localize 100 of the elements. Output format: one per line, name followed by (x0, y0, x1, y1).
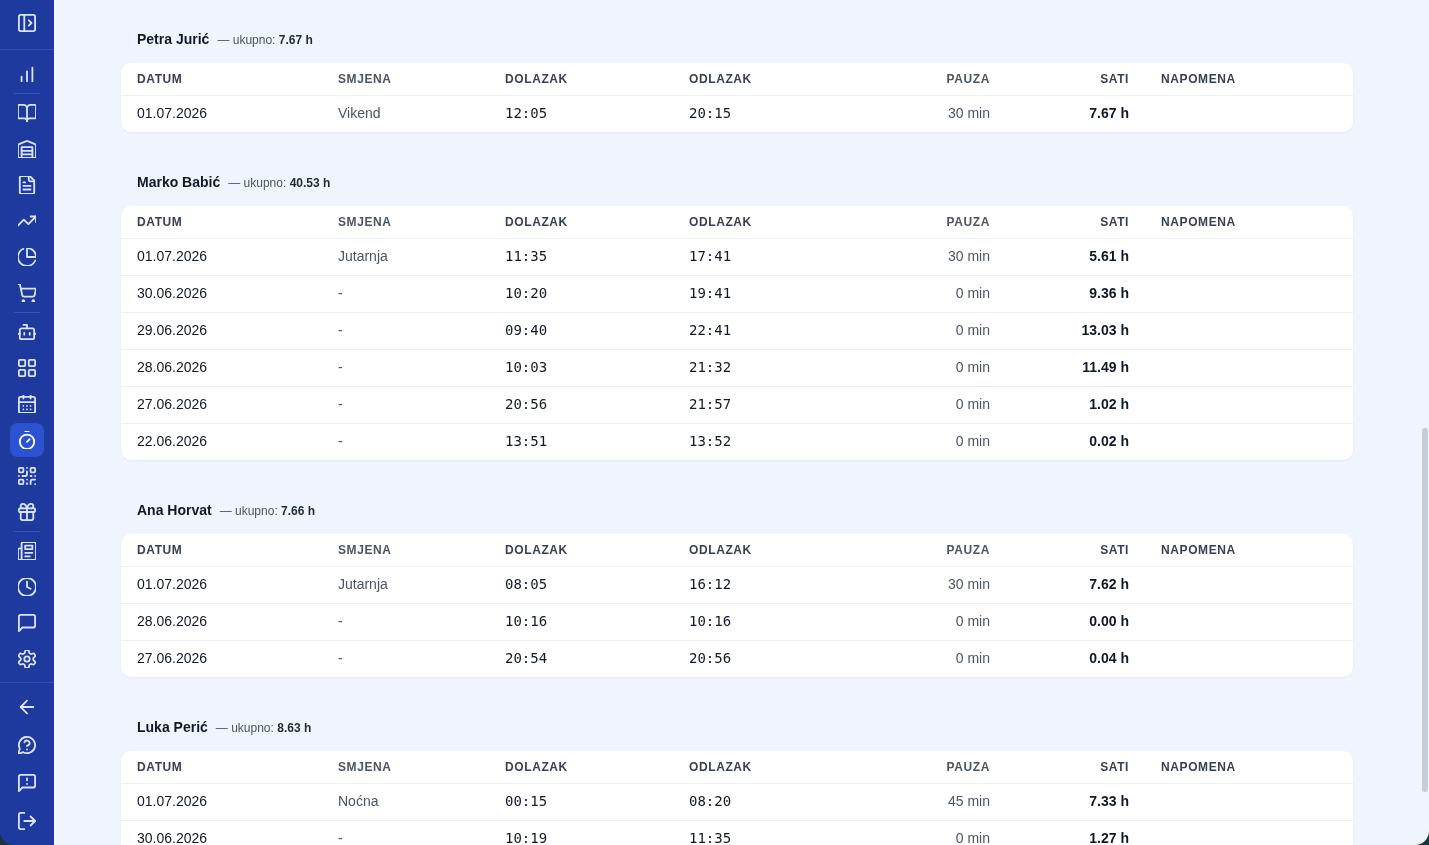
table-cell: 01.07.2026 (121, 783, 322, 820)
column-header: ODLAZAK (673, 534, 850, 566)
gift-icon (18, 503, 36, 521)
employee-name: Marko Babić (137, 173, 221, 192)
table-cell: Jutarnja (322, 566, 489, 603)
pie-chart-icon (18, 248, 36, 266)
table-cell: 13:51 (489, 423, 673, 460)
column-header: NAPOMENA (1145, 63, 1353, 95)
table-cell: 21:32 (673, 349, 850, 386)
back-arrow-icon (18, 698, 36, 716)
table-cell: 30 min (850, 238, 1006, 275)
column-header: PAUZA (850, 751, 1006, 783)
table-cell: - (322, 640, 489, 677)
table-cell: 20:56 (673, 640, 850, 677)
column-header: SATI (1006, 751, 1145, 783)
table-cell: 10:03 (489, 349, 673, 386)
column-header: DOLAZAK (489, 751, 673, 783)
table-cell: 09:40 (489, 312, 673, 349)
table-cell: - (322, 349, 489, 386)
document-icon (18, 176, 36, 194)
warehouse-icon (18, 140, 36, 158)
table-cell: 21:57 (673, 386, 850, 423)
table-cell: 01.07.2026 (121, 95, 322, 132)
table-cell: 12:05 (489, 95, 673, 132)
column-header: NAPOMENA (1145, 534, 1353, 566)
column-header: DOLAZAK (489, 63, 673, 95)
scrollbar-thumb[interactable] (1422, 428, 1428, 792)
table-cell: 0 min (850, 275, 1006, 312)
table-cell: - (322, 275, 489, 312)
column-header: SATI (1006, 206, 1145, 238)
table-cell: 0 min (850, 349, 1006, 386)
column-header: SMJENA (322, 751, 489, 783)
cart-icon (18, 284, 36, 302)
table-cell: 17:41 (673, 238, 850, 275)
column-header: DATUM (121, 206, 322, 238)
table-cell: 0 min (850, 386, 1006, 423)
table-cell: 27.06.2026 (121, 386, 322, 423)
table-cell: 10:16 (673, 603, 850, 640)
table-cell: Jutarnja (322, 238, 489, 275)
table-cell: 22.06.2026 (121, 423, 322, 460)
table-cell: 28.06.2026 (121, 603, 322, 640)
table-cell: 0 min (850, 640, 1006, 677)
column-header: PAUZA (850, 206, 1006, 238)
employee-name: Petra Jurić (137, 30, 210, 49)
column-header: PAUZA (850, 63, 1006, 95)
table-cell: 0.04 h (1006, 640, 1145, 677)
qr-code-icon (18, 467, 36, 485)
column-header: DOLAZAK (489, 206, 673, 238)
column-header: DATUM (121, 751, 322, 783)
table-cell: 11.49 h (1006, 349, 1145, 386)
table-cell: 45 min (850, 783, 1006, 820)
column-header: DOLAZAK (489, 534, 673, 566)
table-cell: 08:20 (673, 783, 850, 820)
employee-name: Ana Horvat (137, 501, 212, 520)
table-cell: 27.06.2026 (121, 640, 322, 677)
help-icon (18, 736, 36, 754)
column-header: ODLAZAK (673, 751, 850, 783)
total-hours: — ukupno: 7.66 h (219, 503, 316, 520)
table-cell: - (322, 603, 489, 640)
table-cell: 28.06.2026 (121, 349, 322, 386)
table-cell: 30 min (850, 95, 1006, 132)
table-cell: 01.07.2026 (121, 238, 322, 275)
employee-name: Luka Perić (137, 718, 208, 737)
table-cell: - (322, 820, 489, 845)
stopwatch-icon (18, 431, 36, 449)
table-cell: 22:41 (673, 312, 850, 349)
settings-icon (18, 650, 36, 668)
column-header: SATI (1006, 63, 1145, 95)
total-hours: — ukupno: 40.53 h (228, 175, 331, 192)
table-cell: 0 min (850, 312, 1006, 349)
table-cell: - (322, 312, 489, 349)
table-cell: 0.00 h (1006, 603, 1145, 640)
table-cell: 7.62 h (1006, 566, 1145, 603)
total-hours: — ukupno: 7.67 h (217, 32, 313, 49)
table-cell: Noćna (322, 783, 489, 820)
table-cell: 19:41 (673, 275, 850, 312)
table-cell: 1.27 h (1006, 820, 1145, 845)
column-header: SATI (1006, 534, 1145, 566)
newspaper-icon (18, 542, 36, 560)
column-header: ODLAZAK (673, 206, 850, 238)
table-cell: 9.36 h (1006, 275, 1145, 312)
table-cell: 13.03 h (1006, 312, 1145, 349)
table-cell: 10:16 (489, 603, 673, 640)
table-cell: 01.07.2026 (121, 566, 322, 603)
column-header: PAUZA (850, 534, 1006, 566)
table-cell: 30 min (850, 566, 1006, 603)
column-header: NAPOMENA (1145, 206, 1353, 238)
column-header: NAPOMENA (1145, 751, 1353, 783)
grid-icon (18, 359, 36, 377)
chat-bubble-icon (18, 614, 36, 632)
column-header: DATUM (121, 534, 322, 566)
table-cell: 0 min (850, 820, 1006, 845)
nav-button[interactable] (10, 423, 44, 457)
column-header: SMJENA (322, 63, 489, 95)
table-cell: - (322, 423, 489, 460)
table-cell: 08:05 (489, 566, 673, 603)
table-cell: 30.06.2026 (121, 820, 322, 845)
clock-icon (18, 578, 36, 596)
table-cell: 11:35 (489, 238, 673, 275)
table-cell: 29.06.2026 (121, 312, 322, 349)
